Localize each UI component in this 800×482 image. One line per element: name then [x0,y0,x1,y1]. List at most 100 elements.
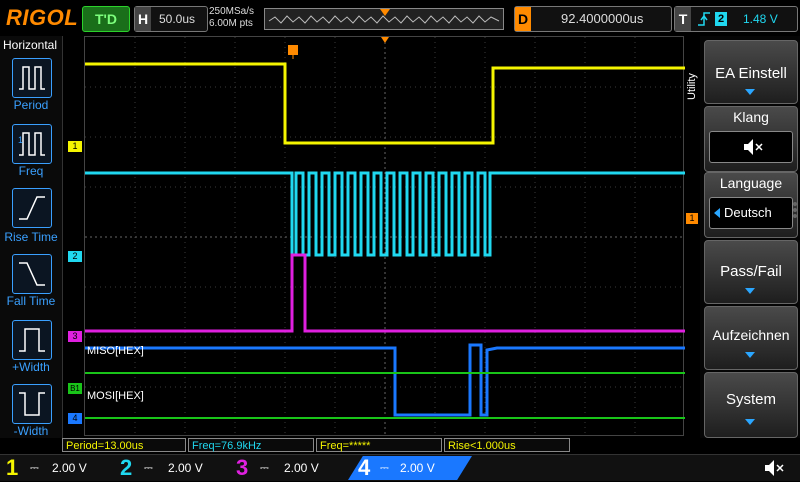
negative-width-label: -Width [13,424,49,438]
ch2-status[interactable]: 2 ⎓ 2.00 V [116,455,232,481]
positive-width-button[interactable] [12,320,52,360]
speaker-muted-status-icon[interactable] [762,459,788,482]
timebase-box[interactable]: H 50.0us [134,6,208,32]
trigger-box[interactable]: T 2 1.48 V [674,6,798,32]
ch3-scale: 2.00 V [284,461,319,475]
ch2-dc-coupling-icon: ⎓ [144,462,153,474]
rise-time-button[interactable] [12,188,52,228]
period-label: Period [13,98,49,112]
record-label: Aufzeichnen [712,327,790,343]
mosi-decode-label: MOSI[HEX] [87,390,144,402]
rise-time-label: Rise Time [4,230,58,244]
ch3-status[interactable]: 3 ⎓ 2.00 V [232,455,348,481]
utility-softkey-menu: EA Einstell Klang Language Deutsch Pass/… [700,36,800,438]
ch4-scale: 2.00 V [400,461,435,475]
measurement-freq-2[interactable]: Freq=***** [316,438,442,452]
sample-rate: 250MSa/s [209,6,255,17]
fall-time-icon [19,262,45,286]
sound-label: Klang [733,109,769,125]
fall-time-button[interactable] [12,254,52,294]
trigger-source: 2 [715,12,727,26]
fall-time-label: Fall Time [6,294,56,308]
menu-scroll-indicator [792,200,798,230]
ch2-marker[interactable]: 2 [68,251,82,262]
trigger-level: 1.48 V [743,12,778,26]
ch4-number: 4 [358,455,371,480]
period-icon [19,66,45,90]
ea-settings-button[interactable]: EA Einstell [704,40,798,104]
negative-width-icon [19,392,45,416]
frequency-icon: 1 [18,132,45,156]
positive-width-icon [19,328,45,352]
freq-label: Freq [18,164,44,178]
sound-button[interactable]: Klang [704,106,798,172]
pass-fail-label: Pass/Fail [720,263,782,280]
ch3-marker[interactable]: 3 [68,331,82,342]
measurement-period[interactable]: Period=13.00us [62,438,186,452]
ea-settings-arrow-icon [745,89,755,95]
ch1-scale: 2.00 V [52,461,87,475]
sound-value-box [709,131,793,163]
language-label: Language [719,175,783,191]
system-button[interactable]: System [704,372,798,438]
horizontal-measure-panel: Horizontal Period 1 Freq Rise Time Fall … [0,36,63,438]
svg-text:1: 1 [18,135,23,145]
delay-box[interactable]: D 92.4000000us [514,6,672,32]
channel-status-bar: 1 ⎓ 2.00 V 2 ⎓ 2.00 V 3 ⎓ 2.00 V 4 ⎓ 2.0… [0,454,800,481]
pass-fail-button[interactable]: Pass/Fail [704,240,798,304]
language-button[interactable]: Language Deutsch [704,172,798,238]
record-arrow-icon [745,352,755,358]
system-label: System [725,391,776,408]
ch1-marker[interactable]: 1 [68,141,82,152]
waveform-svg [85,37,685,437]
trigger-time-marker-icon [288,45,298,59]
ch1-dc-coupling-icon: ⎓ [30,462,39,474]
measurement-bar: Period=13.00us Freq=76.9kHz Freq=***** R… [62,438,692,454]
speaker-muted-icon [744,139,763,155]
memory-depth: 6.00M pts [209,18,253,29]
ch4-dc-coupling-icon: ⎓ [380,462,389,474]
ch4-trace [85,343,685,417]
ch2-scale: 2.00 V [168,461,203,475]
rise-time-icon [19,196,45,220]
ch2-number: 2 [120,455,133,480]
language-value: Deutsch [724,205,772,220]
ch3-dc-coupling-icon: ⎓ [260,462,269,474]
trigger-position-marker-icon [380,9,390,16]
measurement-freq[interactable]: Freq=76.9kHz [188,438,314,452]
measurement-rise[interactable]: Rise<1.000us [444,438,570,452]
ch1-number: 1 [6,455,19,480]
delay-value: 92.4000000us [561,11,644,26]
timebase-label: H [135,7,151,31]
trigger-label: T [675,7,691,31]
timebase-value: 50.0us [159,12,196,26]
bus1-marker[interactable]: B1 [68,383,82,394]
positive-width-label: +Width [12,360,50,374]
memory-position-strip[interactable] [264,8,504,30]
miso-decode-label: MISO[HEX] [87,345,144,357]
freq-button[interactable]: 1 [12,124,52,164]
record-button[interactable]: Aufzeichnen [704,306,798,370]
memory-waveform-preview [268,9,500,24]
ch3-number: 3 [236,455,249,480]
center-marker-icon [381,37,389,43]
pass-fail-arrow-icon [745,288,755,294]
trigger-status-badge[interactable]: T'D [82,6,130,32]
ch4-marker[interactable]: 4 [68,413,82,424]
ch1-status[interactable]: 1 ⎓ 2.00 V [0,455,116,481]
panel-title: Horizontal [3,38,58,52]
delay-label: D [515,7,531,31]
system-arrow-icon [745,419,755,425]
ch4-status[interactable]: 4 ⎓ 2.00 V [348,456,472,480]
language-prev-icon [714,208,720,218]
waveform-display[interactable]: MISO[HEX] MOSI[HEX] [84,36,685,437]
rising-edge-icon [698,12,710,26]
trigger-level-marker-icon[interactable]: 1 [686,213,698,224]
top-status-bar: RIGOL T'D H 50.0us 250MSa/s 6.00M pts D … [0,0,800,36]
channel-marker-column: 1 2 3 B1 4 [64,0,86,440]
period-button[interactable] [12,58,52,98]
utility-menu-label: Utility [686,73,698,100]
language-value-box: Deutsch [709,197,793,229]
negative-width-button[interactable] [12,384,52,424]
ea-settings-label: EA Einstell [715,65,787,82]
